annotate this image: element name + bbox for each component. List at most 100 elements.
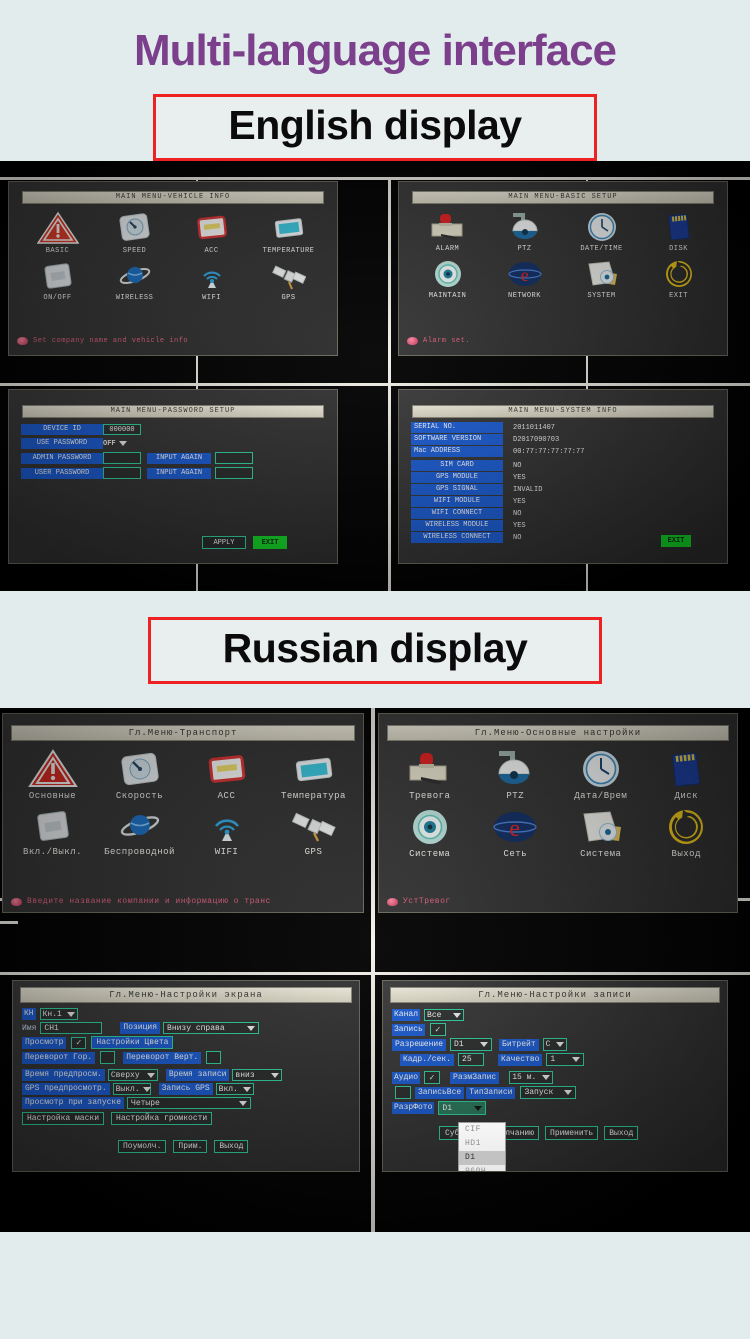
fps-input[interactable]: 25 [458, 1053, 485, 1067]
menu-item-maintain[interactable]: MAINTAIN [409, 258, 486, 300]
exit-button[interactable]: Выход [604, 1126, 639, 1141]
menu-item-network[interactable]: e Сеть [473, 807, 559, 859]
chevron-down-icon[interactable] [480, 1042, 489, 1048]
menu-item-onoff[interactable]: Вкл./Выкл. [9, 807, 96, 857]
chevron-down-icon[interactable] [247, 1025, 256, 1031]
record-time-select[interactable]: вниз [232, 1069, 283, 1082]
dropdown-option[interactable]: 960H [459, 1165, 505, 1171]
basic-setup-icon-grid[interactable]: ALARM PTZ DATE/TIME DISK MAINTAIN e NETW… [399, 211, 727, 300]
menu-item-wireless[interactable]: Беспроводной [96, 807, 183, 857]
quality-select[interactable]: 1 [546, 1053, 585, 1067]
menu-item-alarm[interactable]: ALARM [409, 211, 486, 253]
record-type-select[interactable]: Запуск [520, 1086, 577, 1100]
dropdown-option-selected[interactable]: D1 [459, 1151, 505, 1166]
photo-resolution-select[interactable]: D1 [438, 1101, 487, 1116]
menu-item-acc[interactable]: ACC [173, 211, 250, 255]
menu-item-ptz[interactable]: PTZ [473, 749, 559, 801]
menu-item-exit[interactable]: EXIT [640, 258, 717, 300]
mask-settings-button[interactable]: Настройка маски [22, 1112, 105, 1126]
use-password-value[interactable]: OFF [103, 440, 116, 448]
dropdown-option[interactable]: HD1 [459, 1137, 505, 1151]
default-button[interactable]: Поумолч. [118, 1140, 167, 1154]
pack-size-select[interactable]: 15 м. [509, 1071, 554, 1085]
admin-password-confirm-input[interactable] [215, 452, 253, 465]
chevron-down-icon[interactable] [146, 1072, 155, 1078]
menu-item-maintain[interactable]: Система [387, 807, 473, 859]
system-info-exit-button[interactable]: EXIT [661, 535, 691, 548]
gps-record-select[interactable]: Вкл. [215, 1083, 254, 1096]
menu-item-basic[interactable]: BASIC [19, 211, 96, 255]
bitrate-select[interactable]: C [542, 1038, 567, 1052]
preview-time-select[interactable]: Сверху [107, 1069, 158, 1082]
menu-item-disk[interactable]: DISK [640, 211, 717, 253]
exit-button[interactable]: Выход [214, 1140, 249, 1154]
chevron-down-icon[interactable] [555, 1042, 564, 1048]
menu-item-alarm[interactable]: Тревога [387, 749, 473, 801]
chevron-down-icon[interactable] [474, 1105, 483, 1111]
flip-v-checkbox[interactable] [206, 1051, 222, 1065]
startup-view-select[interactable]: Четыре [127, 1097, 252, 1110]
menu-item-wireless[interactable]: WIRELESS [96, 260, 173, 302]
chevron-down-icon[interactable] [239, 1100, 248, 1106]
chevron-down-icon[interactable] [572, 1057, 581, 1063]
channel-select[interactable]: Кн.1 [39, 1008, 78, 1021]
menu-item-system[interactable]: SYSTEM [563, 258, 640, 300]
chevron-down-icon[interactable] [564, 1090, 573, 1096]
menu-item-exit[interactable]: Выход [644, 807, 730, 859]
row-label: Mac ADDRESS [411, 446, 503, 458]
user-input-again-label: INPUT AGAIN [147, 467, 211, 479]
menu-item-ptz[interactable]: PTZ [486, 211, 563, 253]
menu-item-wifi[interactable]: WIFI [183, 807, 270, 857]
menu-item-gps[interactable]: GPS [250, 260, 327, 302]
resolution-select[interactable]: D1 [450, 1038, 493, 1052]
preview-checkbox[interactable]: ✓ [71, 1036, 87, 1049]
chevron-down-icon[interactable] [271, 1072, 280, 1078]
apply-button[interactable]: APPLY [202, 536, 246, 550]
chevron-down-icon[interactable] [242, 1086, 251, 1092]
user-password-confirm-input[interactable] [215, 467, 253, 480]
menu-item-gps[interactable]: GPS [270, 807, 357, 857]
menu-item-disk[interactable]: Диск [644, 749, 730, 801]
color-settings-button[interactable]: Настройки Цвета [91, 1036, 174, 1050]
panel-ru-transport: Гл.Меню-Транспорт Основные Скорость ACC … [2, 713, 364, 914]
name-input[interactable]: CH1 [40, 1022, 103, 1035]
menu-item-wifi[interactable]: WIFI [173, 260, 250, 302]
user-password-input[interactable] [103, 467, 141, 480]
chevron-down-icon[interactable] [542, 1075, 551, 1081]
menu-item-temperature[interactable]: TEMPERATURE [250, 211, 327, 255]
apply-button[interactable]: Применить [545, 1126, 599, 1141]
ru-transport-icon-grid[interactable]: Основные Скорость ACC Температура Вкл./В… [3, 749, 363, 857]
flip-h-checkbox[interactable] [100, 1051, 116, 1065]
gps-preview-select[interactable]: Выкл. [112, 1083, 151, 1096]
menu-item-acc[interactable]: ACC [183, 749, 270, 801]
chevron-down-icon[interactable] [453, 1012, 462, 1018]
record-enable-checkbox[interactable]: ✓ [429, 1023, 446, 1037]
menu-item-speed[interactable]: Скорость [96, 749, 183, 801]
apply-button[interactable]: Прим. [173, 1140, 208, 1154]
chevron-down-icon[interactable] [66, 1011, 75, 1017]
menu-item-network[interactable]: e NETWORK [486, 258, 563, 300]
exit-button[interactable]: EXIT [253, 536, 287, 550]
menu-item-system[interactable]: Система [558, 807, 644, 859]
dropdown-option[interactable]: CIF [459, 1123, 505, 1137]
menu-item-speed[interactable]: SPEED [96, 211, 173, 255]
position-select[interactable]: Внизу справа [163, 1022, 260, 1035]
record-channel-select[interactable]: Все [424, 1009, 465, 1022]
device-id-row: DEVICE ID 000000 [21, 424, 337, 436]
menu-item-datetime[interactable]: DATE/TIME [563, 211, 640, 253]
menu-item-onoff[interactable]: ON/OFF [19, 260, 96, 302]
record-all-checkbox[interactable] [395, 1086, 411, 1100]
menu-item-temperature[interactable]: Температура [270, 749, 357, 801]
photo-resolution-dropdown-list[interactable]: CIF HD1 D1 960H 720P [458, 1122, 506, 1172]
chevron-down-icon[interactable] [118, 441, 127, 447]
menu-item-basic[interactable]: Основные [9, 749, 96, 801]
volume-settings-button[interactable]: НастроЙка громкости [111, 1112, 213, 1126]
device-id-input[interactable]: 000000 [103, 424, 141, 436]
table-row: WIRELESS MODULE YES [411, 520, 727, 532]
chevron-down-icon[interactable] [142, 1086, 151, 1092]
audio-checkbox[interactable]: ✓ [424, 1071, 441, 1085]
menu-item-datetime[interactable]: Дата/Врем [558, 749, 644, 801]
admin-password-input[interactable] [103, 452, 141, 465]
vehicle-info-icon-grid[interactable]: BASIC SPEED ACC TEMPERATURE ON/OFF WIREL… [9, 211, 337, 302]
ru-basic-setup-icon-grid[interactable]: Тревога PTZ Дата/Врем Диск Система e Сет… [379, 749, 737, 859]
